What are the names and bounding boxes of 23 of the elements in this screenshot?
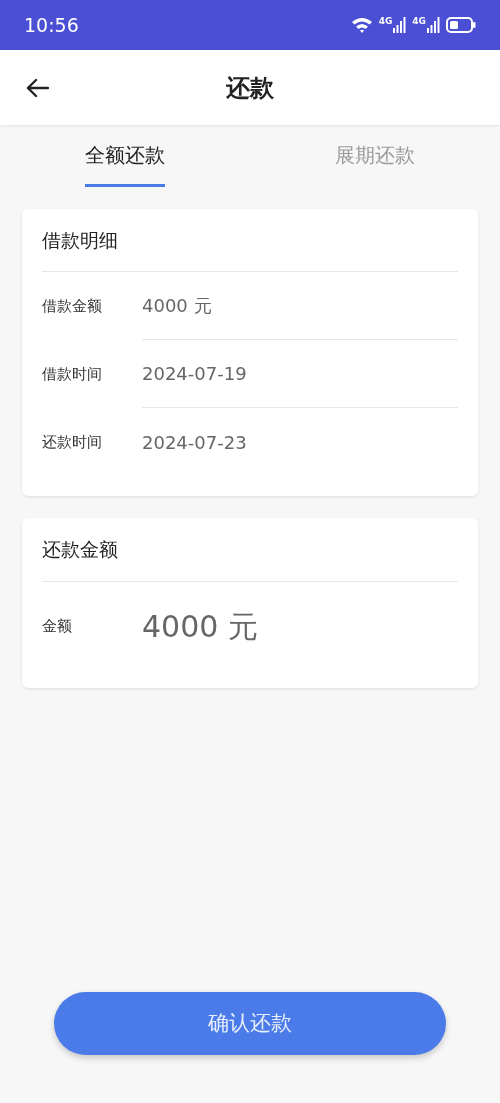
- network-label: 4G: [378, 17, 393, 26]
- page-title: 还款: [226, 72, 274, 104]
- status-time: 10:56: [24, 12, 79, 38]
- field-value: 2024-07-19: [142, 362, 247, 386]
- field-label: 还款时间: [42, 431, 103, 453]
- back-button[interactable]: [24, 76, 50, 100]
- card-title: 借款明细: [42, 227, 118, 253]
- back-arrow-icon: [25, 78, 49, 98]
- amount-value: 4000 元: [142, 607, 258, 646]
- field-label: 借款金额: [42, 295, 103, 317]
- signal-icon: [393, 17, 407, 33]
- tab[interactable]: 展期还款: [335, 125, 415, 187]
- confirm-button[interactable]: 确认还款: [54, 992, 446, 1055]
- field-value: 2024-07-23: [142, 430, 247, 455]
- wifi-icon: [350, 17, 373, 33]
- signal-icon: [427, 17, 440, 33]
- field-value: 4000 元: [142, 294, 212, 318]
- tab[interactable]: 全额还款: [85, 125, 165, 187]
- field-label: 金额: [42, 615, 73, 637]
- battery-icon: [446, 17, 476, 33]
- network-label: 4G: [412, 17, 426, 26]
- field-label: 借款时间: [42, 363, 103, 385]
- card-title: 还款金额: [42, 537, 118, 563]
